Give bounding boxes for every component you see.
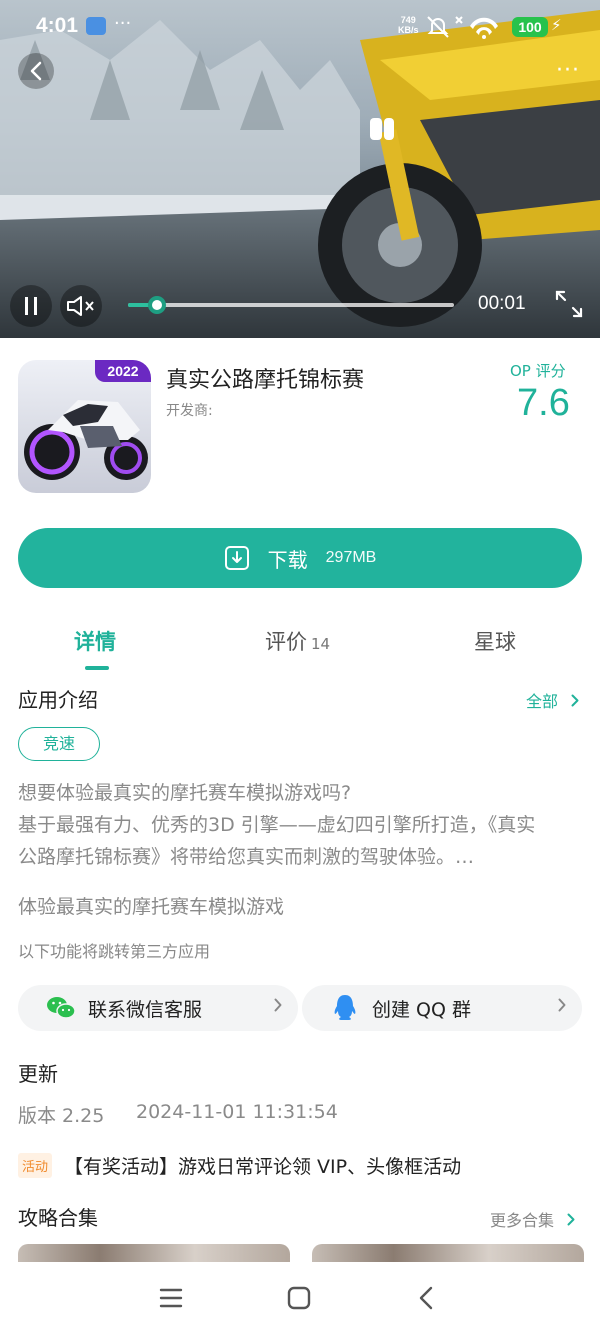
app-icon: 2022	[18, 360, 151, 493]
app-description[interactable]: 想要体验最真实的摩托赛车模拟游戏吗? 基于最强有力、优秀的3D 引擎——虚幻四引…	[18, 777, 584, 873]
video-progress-knob[interactable]	[148, 296, 167, 314]
wechat-support-button[interactable]: 联系微信客服	[18, 985, 298, 1031]
chevron-right-icon	[567, 1213, 575, 1226]
tab-reviews-count: 14	[311, 635, 331, 653]
wifi-icon	[470, 17, 498, 39]
speaker-muted-icon	[67, 296, 94, 316]
tab-planet[interactable]: 星球	[474, 626, 516, 656]
back-nav-icon[interactable]	[413, 1284, 441, 1312]
description-line: 公路摩托锦标赛》将带给您真实而刺激的驾驶体验。…	[18, 846, 475, 868]
tab-bar: 详情 评价 14 星球	[0, 618, 600, 672]
video-current-time: 00:01	[478, 293, 526, 314]
menu-icon[interactable]	[157, 1284, 185, 1312]
tab-reviews-label: 评价	[265, 630, 307, 654]
intro-title: 应用介绍	[18, 688, 98, 712]
guides-more-label: 更多合集	[490, 1211, 555, 1230]
guides-title: 攻略合集	[18, 1206, 98, 1230]
tab-details[interactable]: 详情	[74, 626, 116, 656]
tab-details-label: 详情	[74, 630, 116, 654]
chevron-right-icon	[571, 694, 579, 707]
event-text: 【有奖活动】游戏日常评论领 VIP、头像框活动	[64, 1156, 462, 1178]
status-bar: 4:01 ··· 749 KB/s 100 ⚡	[0, 0, 600, 56]
score-value: 7.6	[517, 382, 570, 424]
video-player[interactable]: 4:01 ··· 749 KB/s 100 ⚡ ··· 00:01	[0, 0, 600, 338]
status-icons	[427, 16, 498, 39]
genre-tag[interactable]: 竞速	[18, 727, 100, 761]
update-date: 2024-11-01 11:31:54	[136, 1101, 338, 1123]
pause-button[interactable]	[10, 285, 52, 327]
guides-more-link[interactable]: 更多合集	[490, 1207, 575, 1231]
app-summary: 体验最真实的摩托赛车模拟游戏	[18, 896, 285, 918]
event-badge: 活动	[18, 1153, 53, 1178]
download-button[interactable]: 下载 297MB	[18, 528, 582, 588]
battery-indicator: 100	[512, 17, 548, 37]
description-line: 想要体验最真实的摩托赛车模拟游戏吗?	[18, 782, 352, 804]
more-options-icon[interactable]: ···	[556, 58, 580, 83]
create-qq-group-label: 创建 QQ 群	[372, 998, 471, 1021]
fullscreen-icon[interactable]	[553, 288, 585, 320]
update-title: 更新	[18, 1062, 58, 1086]
network-speed-unit: KB/s	[398, 25, 419, 35]
score-label: OP 评分	[510, 362, 566, 380]
developer-label: 开发商:	[166, 403, 213, 419]
network-speed: 749 KB/s	[398, 15, 419, 35]
download-size: 297MB	[325, 549, 377, 566]
chevron-right-icon	[274, 998, 282, 1012]
chevron-left-icon	[30, 61, 42, 81]
event-banner[interactable]: 活动 【有奖活动】游戏日常评论领 VIP、头像框活动	[18, 1152, 461, 1179]
system-nav-bar	[0, 1262, 600, 1333]
back-button[interactable]	[18, 53, 54, 89]
no-signal-icon	[455, 16, 463, 24]
create-qq-group-button[interactable]: 创建 QQ 群	[302, 985, 582, 1031]
app-header: 2022 真实公路摩托锦标赛 开发商: OP 评分 7.6	[0, 338, 600, 514]
more-notifications-icon: ···	[114, 13, 132, 34]
description-line: 基于最强有力、优秀的3D 引擎——虚幻四引擎所打造，《真实	[18, 814, 536, 836]
status-time: 4:01	[36, 14, 79, 37]
bell-muted-icon	[427, 16, 449, 38]
wechat-icon	[46, 993, 76, 1023]
tab-active-indicator	[85, 666, 109, 670]
tab-reviews[interactable]: 评价 14	[265, 626, 330, 656]
third-party-note: 以下功能将跳转第三方应用	[18, 942, 211, 961]
download-label: 下载	[267, 547, 308, 572]
home-icon[interactable]	[285, 1284, 313, 1312]
pause-icon	[25, 297, 37, 315]
video-progress-bar[interactable]	[128, 296, 454, 314]
year-badge: 2022	[95, 360, 151, 382]
download-icon	[224, 546, 249, 570]
intro-more-link[interactable]: 全部	[526, 688, 579, 712]
intro-more-label: 全部	[526, 692, 559, 711]
wechat-support-label: 联系微信客服	[88, 998, 203, 1021]
app-title: 真实公路摩托锦标赛	[166, 368, 365, 393]
chevron-right-icon	[558, 998, 566, 1012]
tab-planet-label: 星球	[474, 630, 516, 654]
qq-icon	[330, 993, 360, 1023]
video-controls: 00:01	[0, 282, 600, 330]
message-notification-icon	[86, 17, 106, 35]
network-speed-value: 749	[400, 15, 416, 25]
mute-button[interactable]	[60, 285, 102, 327]
charging-icon: ⚡	[551, 16, 562, 34]
version-number: 版本 2.25	[18, 1105, 105, 1127]
